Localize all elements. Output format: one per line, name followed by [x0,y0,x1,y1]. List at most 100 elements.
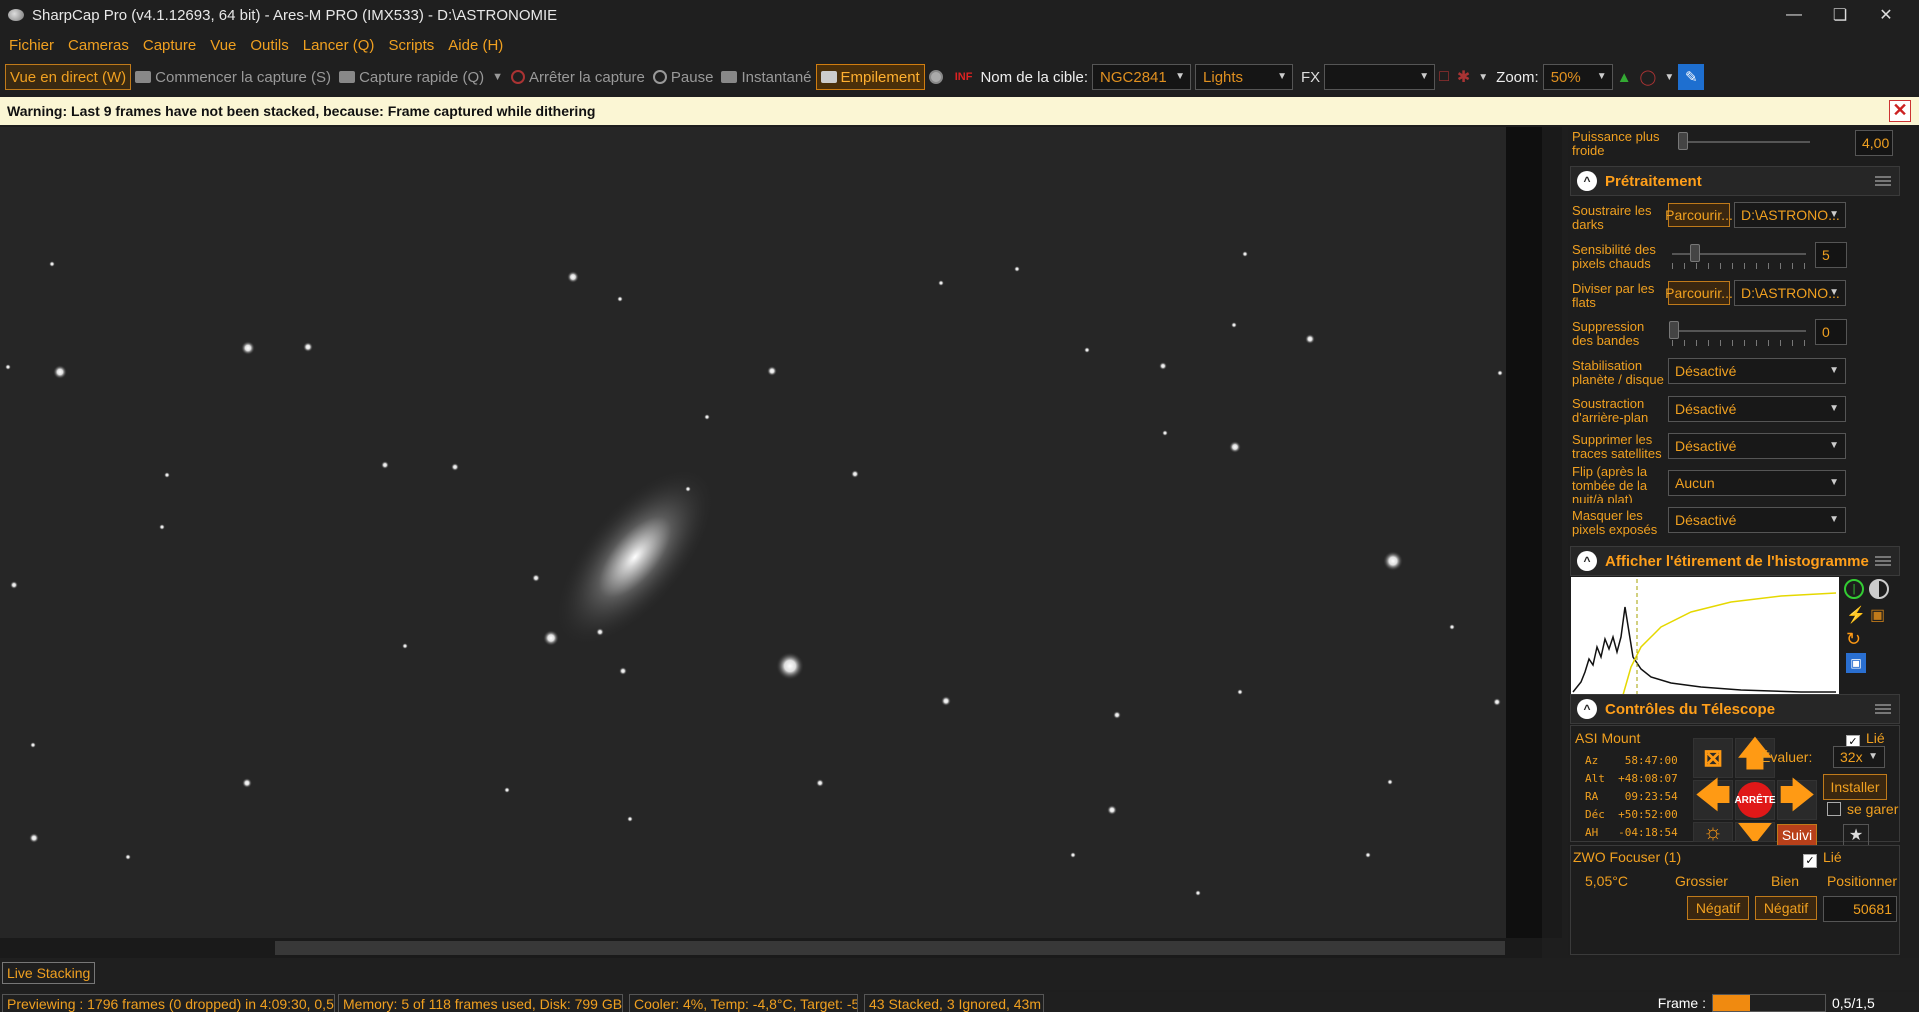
alarm-dropdown[interactable]: ▼ [1660,64,1678,90]
contrast-icon[interactable] [1869,579,1889,599]
menu-icon[interactable] [1875,556,1891,566]
arrow-down-button[interactable]: 🡇 [1735,822,1775,842]
cooler-power-value[interactable]: 4,00 [1855,130,1893,156]
pause-button[interactable]: Pause [649,64,718,90]
satellite-label: Supprimer les traces satellites [1572,432,1662,461]
vertical-scrollbar[interactable] [1542,127,1562,938]
live-stacking-bar: Live Stacking [0,958,1919,990]
darks-path-combo[interactable]: D:\ASTRONO... ▼ [1734,202,1846,228]
close-window-button[interactable]: ✕ [1863,0,1909,30]
horizontal-scrollbar[interactable] [0,938,1542,958]
frame-type-value: Lights [1203,68,1244,86]
frame-value: 0,5/1,5 [1832,995,1875,1011]
histogram-header[interactable]: ^ Afficher l'étirement de l'histogramme [1570,546,1900,576]
slider-thumb[interactable] [1690,244,1700,262]
stabilization-combo[interactable]: Désactivé ▼ [1668,358,1846,384]
flip-combo[interactable]: Aucun ▼ [1668,470,1846,496]
flats-path-combo[interactable]: D:\ASTRONO... ▼ [1734,280,1846,306]
save-icon[interactable]: ▣ [1846,653,1866,673]
alarm-icon[interactable]: ◯ [1636,64,1661,90]
banding-slider[interactable] [1672,330,1806,332]
chevron-down-icon: ▼ [1419,71,1430,82]
focuser-position-value[interactable]: 50681 [1823,896,1897,922]
menu-scripts[interactable]: Scripts [381,37,441,54]
lock-icon[interactable]: ▣ [1870,605,1885,625]
live-view-button[interactable]: Vue en direct (W) [5,64,132,90]
maximize-button[interactable]: ❏ [1817,0,1863,30]
track-button[interactable]: Suivi [1777,824,1817,846]
browse-darks-button[interactable]: Parcourir... [1665,203,1733,227]
hot-pixel-value[interactable]: 5 [1815,242,1847,268]
quick-capture-label: Capture rapide (Q) [359,68,485,86]
menu-run[interactable]: Lancer (Q) [296,37,382,54]
stop-capture-button[interactable]: Arrêter la capture [507,64,649,90]
menu-view[interactable]: Vue [203,37,243,54]
slider-thumb[interactable] [1678,132,1688,150]
menu-tools[interactable]: Outils [243,37,295,54]
menu-capture[interactable]: Capture [136,37,203,54]
fx-combo[interactable]: ▼ [1324,64,1436,90]
lightning-icon[interactable]: ⚡ [1846,605,1866,625]
quick-capture-dropdown[interactable]: ▼ [488,64,507,90]
reset-icon[interactable]: ↻ [1846,629,1861,650]
overlay-dropdown[interactable]: ▼ [1474,64,1492,90]
crosshair-icon[interactable]: ✱ [1453,64,1474,90]
slider-thumb[interactable] [1669,321,1679,339]
rate-value: 32x [1840,749,1863,765]
park-checkbox[interactable]: se garer [1827,802,1900,816]
fits-header-icon[interactable]: INF [951,64,977,90]
star-icon[interactable]: ★ [1843,824,1869,846]
cooler-power-slider[interactable] [1680,141,1810,143]
preprocessing-header[interactable]: ^ Prétraitement [1570,166,1900,196]
telescope-header[interactable]: ^ Contrôles du Télescope [1570,694,1900,724]
chevron-down-icon: ▼ [1596,71,1607,82]
slider-ticks [1672,263,1806,269]
menu-icon[interactable] [1875,176,1891,186]
arrow-right-button[interactable]: 🡆 [1777,777,1817,820]
quick-capture-button[interactable]: Capture rapide (Q) [335,64,488,90]
histogram-plot[interactable] [1571,577,1839,697]
target-name-combo[interactable]: NGC2841 ▼ [1092,64,1192,90]
browse-flats-button[interactable]: Parcourir... [1665,281,1733,305]
mask-combo[interactable]: Désactivé ▼ [1668,507,1846,533]
banding-value[interactable]: 0 [1815,319,1847,345]
background-combo[interactable]: Désactivé ▼ [1668,396,1846,422]
frame-type-combo[interactable]: Lights ▼ [1195,64,1294,90]
install-button[interactable]: Installer [1823,774,1887,800]
fx-label: FX [1301,68,1321,86]
coarse-negative-button[interactable]: Négatif [1687,896,1749,920]
guide-icon[interactable]: ✎ [1678,64,1705,90]
start-capture-button[interactable]: Commencer la capture (S) [131,64,335,90]
fine-negative-button[interactable]: Négatif [1755,896,1817,920]
stop-button[interactable]: ARRÊTE [1734,780,1776,820]
focuser-linked-checkbox[interactable]: ✓ Lié [1803,850,1863,868]
snapshot-button[interactable]: Instantané [717,64,815,90]
status-cooler: Cooler: 4%, Temp: -4,8°C, Target: -5,0°C [629,994,858,1012]
histogram-icon[interactable]: ▲ [1613,64,1636,90]
power-icon[interactable]: | [1844,579,1864,599]
live-stacking-tab[interactable]: Live Stacking [2,962,96,984]
roi-icon[interactable]: □ [1435,64,1453,90]
satellite-combo[interactable]: Désactivé ▼ [1668,433,1846,459]
menu-cameras[interactable]: Cameras [61,37,136,54]
menu-help[interactable]: Aide (H) [441,37,510,54]
frame-progress-fill [1713,995,1750,1011]
rate-combo[interactable]: 32x ▼ [1833,746,1885,768]
scrollbar-thumb[interactable] [275,941,1505,955]
arrow-left-button[interactable]: 🡄 [1693,777,1733,820]
chevron-down-icon: ▼ [1829,365,1839,376]
moon-icon[interactable] [925,64,951,90]
menu-bar: Fichier Cameras Capture Vue Outils Lance… [0,30,1919,60]
snapshot-icon [721,71,738,83]
stacking-button[interactable]: Empilement [815,64,925,90]
camera-icon [135,71,152,83]
menu-file[interactable]: Fichier [2,37,61,54]
zoom-combo[interactable]: 50% ▼ [1542,64,1613,90]
divide-flats-label: Diviser par les flats [1572,281,1655,310]
sun-icon[interactable]: ☼ [1693,822,1733,842]
menu-icon[interactable] [1875,704,1891,714]
start-capture-label: Commencer la capture (S) [155,68,332,86]
minimize-button[interactable]: — [1771,0,1817,30]
image-viewport[interactable] [0,127,1506,938]
close-icon[interactable]: ✕ [1889,100,1911,122]
